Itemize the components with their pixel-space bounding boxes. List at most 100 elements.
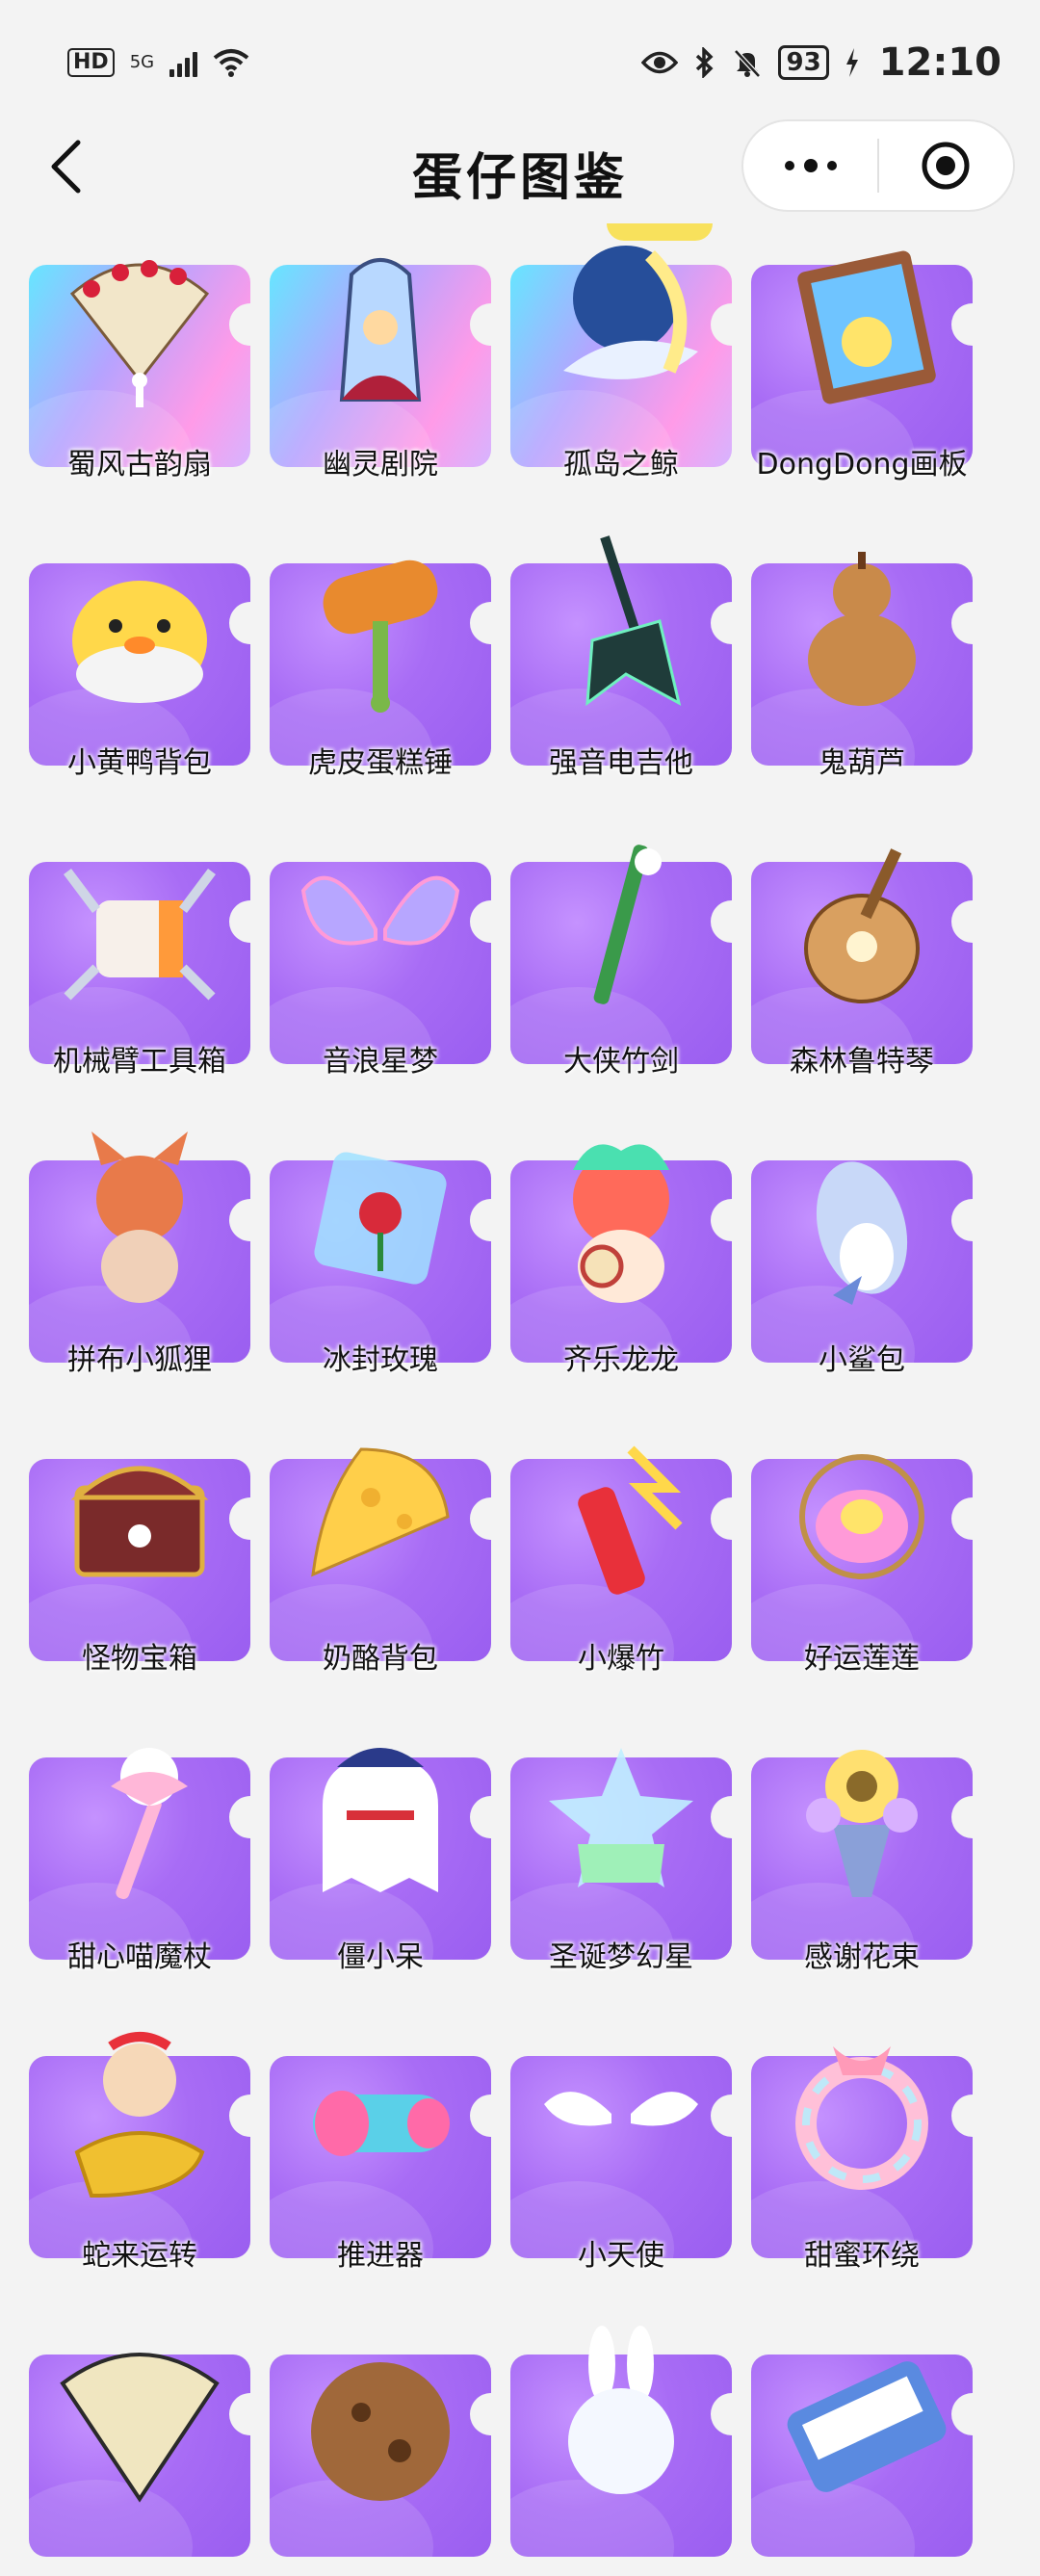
ribbon-wreath-icon bbox=[795, 2046, 928, 2190]
collection-item[interactable]: 奶酪背包 bbox=[270, 1447, 491, 1680]
collection-item[interactable]: 僵小呆 bbox=[270, 1748, 491, 1979]
fox-icon bbox=[91, 1132, 188, 1303]
whale-moon-icon bbox=[563, 246, 698, 379]
bunny-icon bbox=[568, 2326, 674, 2494]
collection-item[interactable]: 小黄鸭背包 bbox=[29, 563, 250, 785]
item-name: 蛇来运转 bbox=[82, 2239, 197, 2273]
item-name: 蜀风古韵扇 bbox=[67, 448, 212, 481]
clock: 12:10 bbox=[878, 40, 1001, 85]
collection-grid: 蜀风古韵扇 幽灵剧院 孤岛之鲸 DongDong画板小黄鸭背包 虎皮蛋糕锤 强音电吉他 鬼葫… bbox=[29, 241, 1011, 2576]
network-type: 5G bbox=[129, 52, 155, 72]
bluetooth-icon bbox=[696, 47, 715, 78]
star-bottle-icon bbox=[549, 1748, 693, 1887]
collection-item[interactable] bbox=[510, 2326, 732, 2576]
collection-item[interactable] bbox=[29, 2353, 250, 2576]
collection-item[interactable]: 机械臂工具箱 bbox=[29, 862, 250, 1083]
close-mini-program-button[interactable] bbox=[879, 121, 1013, 210]
collection-item[interactable]: 孤岛之鲸 bbox=[510, 246, 732, 486]
collection-item[interactable]: 大侠竹剑 bbox=[510, 845, 732, 1083]
collection-item[interactable]: 推进器 bbox=[270, 2056, 491, 2277]
eye-icon bbox=[641, 51, 679, 74]
cheese-bag-icon bbox=[311, 1447, 450, 1577]
treasure-chest-icon bbox=[70, 1466, 209, 1577]
collection-item[interactable] bbox=[270, 2355, 491, 2576]
item-name: 奶酪背包 bbox=[323, 1642, 438, 1676]
item-name: 推进器 bbox=[337, 2239, 424, 2273]
item-name: 孤岛之鲸 bbox=[563, 448, 679, 481]
item-name: 冰封玫瑰 bbox=[323, 1343, 438, 1377]
mute-bell-icon bbox=[734, 49, 762, 78]
collection-item[interactable]: 森林鲁特琴 bbox=[751, 848, 973, 1083]
hd-badge: HD bbox=[67, 48, 115, 77]
collection-item[interactable]: 蜀风古韵扇 bbox=[29, 260, 250, 486]
item-name: 齐乐龙龙 bbox=[563, 1343, 679, 1377]
item-name: 鬼葫芦 bbox=[819, 746, 905, 780]
item-name: 甜蜜环绕 bbox=[804, 2239, 920, 2273]
collection-item[interactable]: 好运莲莲 bbox=[751, 1454, 973, 1680]
item-name: DongDong画板 bbox=[756, 448, 968, 481]
nav-bar: 蛋仔图鉴 bbox=[0, 116, 1040, 221]
collection-item[interactable]: 圣诞梦幻星 bbox=[510, 1748, 732, 1979]
item-name: 小黄鸭背包 bbox=[67, 746, 212, 780]
item-name: 机械臂工具箱 bbox=[53, 1045, 226, 1079]
collection-item[interactable]: 强音电吉他 bbox=[510, 535, 732, 785]
item-name: 音浪星梦 bbox=[323, 1045, 438, 1079]
dragon-icon bbox=[573, 1144, 669, 1303]
collection-item[interactable]: 音浪星梦 bbox=[270, 862, 491, 1083]
collection-item[interactable]: 虎皮蛋糕锤 bbox=[270, 559, 491, 785]
item-name: 幽灵剧院 bbox=[323, 448, 438, 481]
item-name: 怪物宝箱 bbox=[82, 1642, 197, 1676]
item-name: 僵小呆 bbox=[337, 1940, 424, 1974]
collection-item[interactable]: 鬼葫芦 bbox=[751, 552, 973, 785]
item-name: 小天使 bbox=[578, 2239, 664, 2273]
item-name: 森林鲁特琴 bbox=[790, 1045, 934, 1079]
collection-item[interactable]: 感谢花束 bbox=[751, 1750, 973, 1979]
cake-hammer-icon bbox=[323, 559, 438, 713]
status-right: 93 12:10 bbox=[641, 40, 1001, 85]
collection-item[interactable]: 小天使 bbox=[510, 2056, 732, 2277]
status-bar: HD 5G 93 12:10 bbox=[0, 0, 1040, 125]
collection-item[interactable] bbox=[751, 2355, 973, 2576]
gourd-icon bbox=[808, 552, 916, 706]
cookie-icon bbox=[311, 2362, 450, 2501]
collection-item[interactable]: 甜蜜环绕 bbox=[751, 2046, 973, 2277]
collection-item[interactable]: 拼布小狐狸 bbox=[29, 1132, 250, 1382]
drawing-board-icon bbox=[797, 250, 936, 404]
collection-item[interactable]: 冰封玫瑰 bbox=[270, 1152, 491, 1382]
bouquet-icon bbox=[806, 1750, 918, 1897]
battery-level: 93 bbox=[778, 45, 829, 80]
collection-item[interactable]: 小鲨包 bbox=[751, 1160, 973, 1382]
folding-fan-icon bbox=[69, 260, 210, 407]
status-left: HD 5G bbox=[67, 48, 249, 77]
item-name: 拼布小狐狸 bbox=[67, 1343, 212, 1377]
item-name: 小爆竹 bbox=[578, 1642, 664, 1676]
collection-item[interactable]: 幽灵剧院 bbox=[270, 258, 491, 486]
charging-icon bbox=[845, 48, 858, 77]
item-name: 小鲨包 bbox=[819, 1343, 905, 1377]
lotus-icon bbox=[799, 1454, 924, 1579]
more-dots-icon bbox=[784, 159, 837, 172]
shark-bag-icon bbox=[816, 1161, 908, 1305]
item-name: 强音电吉他 bbox=[549, 746, 693, 780]
magic-wand-icon bbox=[111, 1748, 188, 1900]
angel-wings-icon bbox=[544, 2092, 698, 2126]
item-name: 好运莲莲 bbox=[804, 1642, 920, 1676]
collection-item[interactable]: 小爆竹 bbox=[510, 1445, 732, 1680]
target-close-icon bbox=[922, 142, 970, 190]
mini-program-capsule bbox=[741, 119, 1015, 212]
more-button[interactable] bbox=[743, 121, 877, 210]
item-name: 虎皮蛋糕锤 bbox=[308, 746, 453, 780]
ghost-icon bbox=[323, 1748, 438, 1892]
collection-item[interactable]: DongDong画板 bbox=[751, 250, 973, 486]
collection-item[interactable]: 齐乐龙龙 bbox=[510, 1144, 732, 1382]
wifi-icon bbox=[213, 49, 249, 77]
thruster-icon bbox=[313, 2091, 450, 2156]
keyboard-icon bbox=[787, 2361, 947, 2492]
collection-item[interactable]: 甜心喵魔杖 bbox=[29, 1748, 250, 1979]
item-name: 大侠竹剑 bbox=[563, 1045, 679, 1079]
firecracker-icon bbox=[578, 1445, 683, 1595]
collection-item[interactable]: 怪物宝箱 bbox=[29, 1459, 250, 1680]
collection-item[interactable]: 蛇来运转 bbox=[29, 2032, 250, 2277]
signal-icon bbox=[169, 48, 198, 77]
toolbox-icon bbox=[64, 869, 216, 1001]
